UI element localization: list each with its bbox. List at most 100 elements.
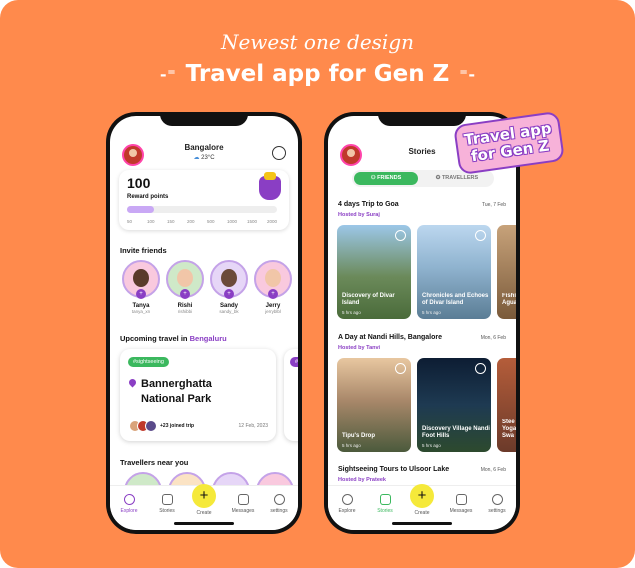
gear-icon <box>491 494 503 505</box>
story-host[interactable]: Hosted by Prateek <box>338 477 386 483</box>
reward-milestone: 500 <box>207 219 215 224</box>
friend-handle: tanya_xn <box>131 309 151 314</box>
friend-avatar: + <box>210 260 248 299</box>
story-title[interactable]: A Day at Nandi Hills, Bangalore <box>338 334 442 341</box>
joined-count: +23 joined trip <box>160 423 195 429</box>
nav-settings[interactable]: settings <box>482 494 512 514</box>
story-host[interactable]: Hosted by Tanvi <box>338 345 380 351</box>
nav-settings[interactable]: settings <box>264 494 294 514</box>
reward-milestone: 150 <box>167 219 175 224</box>
story-photo[interactable]: Discovery of Divar Island 5 hrs ago <box>337 225 411 319</box>
tab-friends-label: FRIENDS <box>377 175 402 181</box>
friend-avatar: + <box>254 260 292 299</box>
message-icon <box>455 494 467 505</box>
nav-settings-label: settings <box>270 508 288 514</box>
nav-explore[interactable]: Explore <box>332 494 362 514</box>
add-friend-icon[interactable]: + <box>136 289 146 299</box>
nav-stories-label: Stories <box>377 508 393 514</box>
photo-time: 5 hrs ago <box>342 443 361 448</box>
story-title[interactable]: 4 days Trip to Goa <box>338 201 399 208</box>
nav-explore[interactable]: Explore <box>114 494 144 514</box>
location-title[interactable]: Bangalore <box>110 143 298 152</box>
trophy-icon <box>259 172 281 200</box>
add-friend-icon[interactable]: + <box>180 289 190 299</box>
next-trip-card-peek[interactable]: # <box>284 349 298 441</box>
add-friend-icon[interactable]: + <box>224 289 234 299</box>
heart-icon[interactable] <box>475 363 486 374</box>
nav-settings-label: settings <box>488 508 506 514</box>
stories-icon <box>379 494 391 505</box>
story-date: Tue, 7 Feb <box>482 202 506 208</box>
add-friend-icon[interactable]: + <box>268 289 278 299</box>
globe-icon <box>341 494 353 505</box>
promo-canvas: Newest one design ⁃⁼ Travel app for Gen Z… <box>0 0 635 568</box>
story-photo-peek[interactable]: Fishi Agua <box>497 225 516 319</box>
sparkle-left-icon: ⁃⁼ <box>159 65 176 84</box>
friend-card[interactable]: + Rishi rishibbi <box>166 260 204 314</box>
trip-tag: #sightseeing <box>128 357 169 367</box>
stories-screen: Stories ⚇ FRIENDS ✪ TRAVELLERS 4 days Tr… <box>328 116 516 530</box>
nav-messages-label: Messages <box>449 508 473 514</box>
tab-friends[interactable]: ⚇ FRIENDS <box>354 172 418 185</box>
friend-face <box>221 269 237 287</box>
phone-notch <box>160 112 248 126</box>
story-date: Mon, 6 Feb <box>480 467 506 473</box>
heart-icon[interactable] <box>395 363 406 374</box>
story-date: Mon, 6 Feb <box>480 335 506 341</box>
photo-caption: Fishi Agua <box>502 293 516 306</box>
reward-progress-fill <box>127 206 154 213</box>
upcoming-label: Upcoming travel in <box>120 334 188 343</box>
travellers-near-title: Travellers near you <box>120 458 189 467</box>
heart-icon[interactable] <box>475 230 486 241</box>
friend-card[interactable]: + Sandy sandy_bk <box>210 260 248 314</box>
nav-messages[interactable]: Messages <box>446 494 476 514</box>
photo-time: 5 hrs ago <box>422 310 441 315</box>
story-photo[interactable]: Tipu's Drop 5 hrs ago <box>337 358 411 452</box>
phone-explore: Bangalore ☁ 23°C 100 Reward points 50 100… <box>106 112 302 534</box>
friend-handle: sandy_bk <box>219 309 239 314</box>
nav-stories[interactable]: Stories <box>370 494 400 514</box>
headline-title-text: Travel app for Gen Z <box>185 61 450 87</box>
tab-travellers[interactable]: ✪ TRAVELLERS <box>424 172 490 185</box>
friend-card[interactable]: + Tanya tanya_xn <box>122 260 160 314</box>
trip-title: Bannerghatta National Park <box>127 377 212 407</box>
nav-messages[interactable]: Messages <box>228 494 258 514</box>
trip-title-line1: Bannerghatta <box>141 378 212 390</box>
nav-stories[interactable]: Stories <box>152 494 182 514</box>
upcoming-trip-card[interactable]: #sightseeing Bannerghatta National Park … <box>120 349 276 441</box>
invite-friends-title: Invite friends <box>120 246 167 255</box>
nav-create[interactable]: + Create <box>192 484 216 516</box>
photo-caption: Discovery Village Nandi Foot Hills <box>422 426 490 439</box>
friend-face <box>265 269 281 287</box>
nav-create[interactable]: + Create <box>410 484 434 516</box>
story-photo-peek[interactable]: Stee Yoga Swa <box>497 358 516 452</box>
story-photo[interactable]: Discovery Village Nandi Foot Hills 5 hrs… <box>417 358 491 452</box>
gear-icon <box>273 494 285 505</box>
trip-tag: # <box>290 357 298 367</box>
story-photo[interactable]: Chronicles and Echoes of Divar Island 5 … <box>417 225 491 319</box>
globe-icon <box>123 494 135 505</box>
friend-avatar: + <box>122 260 160 299</box>
cloud-icon: ☁ <box>193 155 200 161</box>
joined-avatar <box>145 420 157 432</box>
friend-handle: jerryblbl <box>265 309 281 314</box>
heart-icon[interactable] <box>395 230 406 241</box>
upcoming-travel-title: Upcoming travel in Bengaluru <box>120 334 227 343</box>
reward-card[interactable]: 100 Reward points 50 100 150 200 500 1000 1500… <box>119 170 289 230</box>
upcoming-city[interactable]: Bengaluru <box>190 334 227 343</box>
friend-card[interactable]: + Jerry jerryblbl <box>254 260 292 314</box>
photo-caption: Tipu's Drop <box>342 433 375 439</box>
plus-icon: + <box>192 484 216 508</box>
story-host[interactable]: Hosted by Suraj <box>338 212 380 218</box>
friend-handle: rishibbi <box>177 309 193 314</box>
search-icon[interactable] <box>272 146 286 160</box>
friend-face <box>177 269 193 287</box>
weather-text: 23°C <box>201 155 215 161</box>
trip-date: 12 Feb, 2023 <box>238 423 268 429</box>
users-icon: ⚇ <box>370 175 376 181</box>
reward-milestone: 2000 <box>267 219 278 224</box>
nav-stories-label: Stories <box>159 508 175 514</box>
story-title[interactable]: Sightseeing Tours to Ulsoor Lake <box>338 466 449 473</box>
trip-title-line2: National Park <box>141 393 212 405</box>
home-indicator <box>174 522 234 525</box>
